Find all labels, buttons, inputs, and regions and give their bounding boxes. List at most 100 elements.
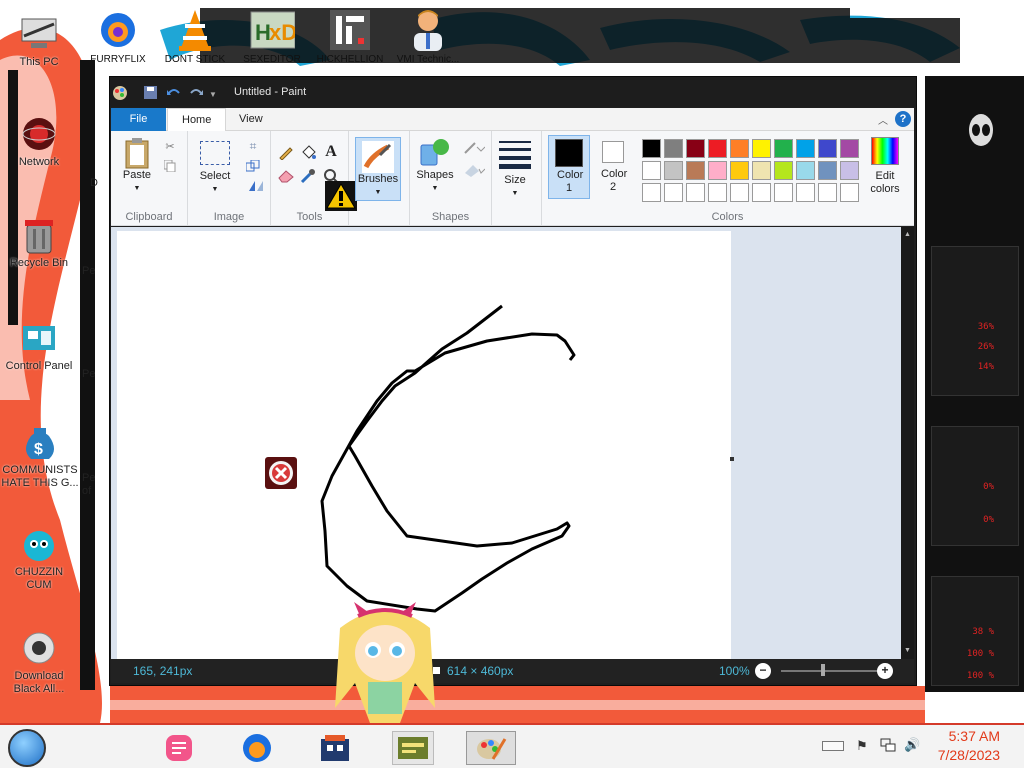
paint-app-icon[interactable] bbox=[112, 85, 128, 101]
clipboard-group: Paste ▼ ✂ Clipboard bbox=[111, 131, 188, 226]
desktop-icon-recycle-bin[interactable]: Recycle Bin bbox=[2, 215, 76, 270]
desktop-icon-chuzzin[interactable]: CHUZZIN CUM bbox=[2, 524, 76, 592]
palette-swatch[interactable] bbox=[818, 183, 837, 202]
desktop-icon-furryflix[interactable]: FURRYFLIX bbox=[78, 6, 158, 65]
palette-swatch[interactable] bbox=[708, 183, 727, 202]
chevron-down-icon: ▼ bbox=[374, 189, 382, 196]
taskbar-firefox[interactable] bbox=[238, 731, 276, 765]
canvas-resize-handle[interactable] bbox=[730, 457, 734, 461]
canvas-size: 614 × 460px bbox=[447, 664, 514, 678]
palette-swatch[interactable] bbox=[642, 183, 661, 202]
palette-swatch[interactable] bbox=[774, 161, 793, 180]
palette-swatch[interactable] bbox=[752, 183, 771, 202]
chuzzle-icon bbox=[19, 524, 59, 564]
brushes-button[interactable]: Brushes ▼ bbox=[355, 137, 401, 201]
scroll-up-icon[interactable]: ▲ bbox=[904, 231, 911, 238]
palette-swatch[interactable] bbox=[664, 161, 683, 180]
desktop-icon-network[interactable]: Network bbox=[2, 114, 76, 169]
help-icon[interactable]: ? bbox=[895, 111, 911, 127]
undo-icon[interactable] bbox=[166, 85, 182, 101]
palette-swatch[interactable] bbox=[664, 139, 683, 158]
cut-icon[interactable]: ✂ bbox=[161, 137, 179, 155]
color1-button[interactable]: Color 1 bbox=[548, 135, 590, 199]
money-bag-icon: $ bbox=[20, 422, 60, 462]
fill-bucket-icon[interactable] bbox=[299, 143, 317, 161]
keyboard-icon[interactable] bbox=[822, 741, 844, 751]
text-tool-icon[interactable]: A bbox=[322, 143, 340, 161]
palette-swatch[interactable] bbox=[664, 183, 683, 202]
desktop-icon-control-panel[interactable]: Control Panel bbox=[2, 318, 76, 373]
palette-swatch[interactable] bbox=[774, 183, 793, 202]
outline-icon[interactable] bbox=[462, 139, 486, 157]
palette-swatch[interactable] bbox=[708, 139, 727, 158]
taskbar-card-app[interactable] bbox=[392, 731, 434, 765]
desktop-icon-sexeditor[interactable]: HxD SEXEDITOR bbox=[232, 6, 312, 65]
zoom-slider-thumb[interactable] bbox=[821, 664, 825, 676]
tab-view[interactable]: View bbox=[225, 108, 277, 131]
scroll-down-icon[interactable]: ▼ bbox=[904, 647, 911, 654]
redo-icon[interactable] bbox=[188, 85, 204, 101]
crop-icon[interactable]: ⌗ bbox=[244, 137, 262, 155]
zoom-in-icon[interactable]: + bbox=[877, 663, 893, 679]
palette-swatch[interactable] bbox=[752, 139, 771, 158]
partial-label: Pe bbox=[82, 265, 96, 277]
paste-button[interactable]: Paste ▼ bbox=[117, 137, 157, 195]
error-icon bbox=[265, 457, 297, 489]
resize-icon[interactable] bbox=[244, 157, 262, 175]
palette-swatch[interactable] bbox=[818, 139, 837, 158]
palette-swatch[interactable] bbox=[686, 183, 705, 202]
palette-swatch[interactable] bbox=[818, 161, 837, 180]
desktop-icon-this-pc[interactable]: This PC bbox=[2, 14, 76, 69]
drawing-canvas[interactable] bbox=[117, 231, 731, 659]
select-button[interactable]: Select ▼ bbox=[194, 141, 236, 196]
control-panel-icon bbox=[19, 318, 59, 358]
start-button[interactable] bbox=[8, 729, 46, 767]
desktop-icon-download[interactable]: Download Black All... bbox=[2, 628, 76, 696]
palette-swatch[interactable] bbox=[730, 139, 749, 158]
palette-swatch[interactable] bbox=[796, 183, 815, 202]
rotate-icon[interactable] bbox=[244, 177, 270, 195]
color-picker-icon[interactable] bbox=[299, 167, 317, 185]
palette-swatch[interactable] bbox=[774, 139, 793, 158]
palette-swatch[interactable] bbox=[730, 183, 749, 202]
copy-icon[interactable] bbox=[161, 157, 179, 175]
palette-swatch[interactable] bbox=[840, 139, 859, 158]
zoom-slider[interactable] bbox=[781, 670, 881, 672]
desktop-icon-communists[interactable]: $ COMMUNISTS HATE THIS G... bbox=[0, 422, 80, 490]
palette-swatch[interactable] bbox=[708, 161, 727, 180]
palette-swatch[interactable] bbox=[686, 139, 705, 158]
desktop-icon-vmi-technic[interactable]: VMI Technic... bbox=[388, 6, 468, 65]
taskbar-store[interactable] bbox=[316, 731, 354, 765]
fill-icon[interactable] bbox=[462, 161, 486, 179]
zoom-out-icon[interactable]: − bbox=[755, 663, 771, 679]
eraser-icon[interactable] bbox=[277, 167, 295, 185]
palette-swatch[interactable] bbox=[642, 139, 661, 158]
palette-swatch[interactable] bbox=[840, 183, 859, 202]
save-icon[interactable] bbox=[144, 86, 157, 99]
color2-button[interactable]: Color 2 bbox=[594, 135, 632, 199]
tab-file[interactable]: File bbox=[111, 108, 166, 131]
volume-icon[interactable]: 🔊 bbox=[904, 737, 920, 753]
size-button[interactable]: Size ▼ bbox=[497, 139, 533, 200]
pencil-icon[interactable] bbox=[277, 143, 295, 161]
palette-swatch[interactable] bbox=[642, 161, 661, 180]
taskbar-paint[interactable] bbox=[466, 731, 516, 765]
palette-swatch[interactable] bbox=[796, 161, 815, 180]
clock[interactable]: 5:37 AM 7/28/2023 bbox=[938, 727, 1000, 765]
flag-icon[interactable]: ⚑ bbox=[856, 738, 868, 754]
desktop-icon-hickhellion[interactable]: HICKHELLION bbox=[310, 6, 390, 65]
palette-swatch[interactable] bbox=[730, 161, 749, 180]
desktop-icon-dont-stick[interactable]: DONT STICK bbox=[155, 6, 235, 65]
edit-colors-button[interactable]: Edit colors bbox=[864, 137, 906, 196]
palette-swatch[interactable] bbox=[796, 139, 815, 158]
taskbar-notes-app[interactable] bbox=[160, 731, 198, 765]
tab-home[interactable]: Home bbox=[167, 108, 227, 132]
shapes-button[interactable]: Shapes ▼ bbox=[414, 137, 456, 195]
vertical-scrollbar[interactable]: ▲ ▼ bbox=[901, 227, 914, 659]
palette-swatch[interactable] bbox=[840, 161, 859, 180]
palette-swatch[interactable] bbox=[752, 161, 771, 180]
quick-access-dropdown-icon[interactable]: ▼ bbox=[209, 90, 217, 99]
network-icon[interactable] bbox=[880, 738, 896, 752]
minimize-ribbon-icon[interactable]: ︿ bbox=[878, 112, 888, 127]
palette-swatch[interactable] bbox=[686, 161, 705, 180]
